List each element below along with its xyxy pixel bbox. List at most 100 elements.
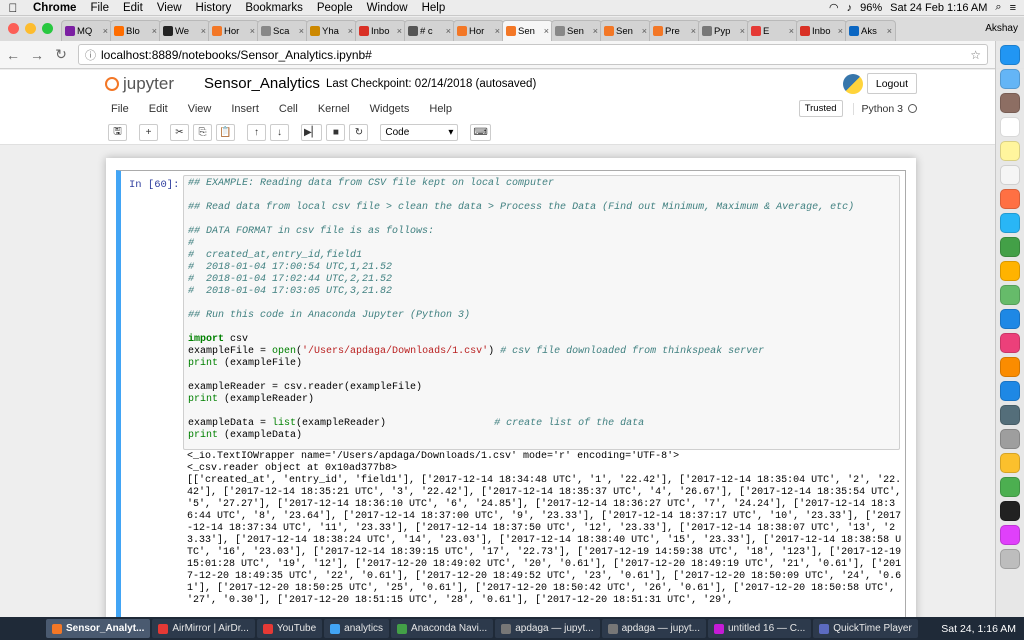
taskbar-item[interactable]: AirMirror | AirDr... <box>152 619 255 638</box>
profile-name[interactable]: Akshay <box>985 23 1024 41</box>
menubar-item-people[interactable]: People <box>310 2 360 14</box>
taskbar-item[interactable]: analytics <box>324 619 390 638</box>
browser-tab[interactable]: Pyp × <box>698 20 749 41</box>
copy-icon[interactable]: ⎘ <box>193 123 212 141</box>
browser-tab[interactable]: Blo × <box>110 20 161 41</box>
tab-close-icon[interactable]: × <box>740 26 745 36</box>
tab-close-icon[interactable]: × <box>250 26 255 36</box>
music-icon[interactable] <box>1000 333 1020 353</box>
browser-tab[interactable]: We × <box>159 20 210 41</box>
quicktime-icon[interactable] <box>1000 405 1020 425</box>
calendar-icon[interactable] <box>1000 117 1020 137</box>
menubar-item-history[interactable]: History <box>189 2 239 14</box>
menubar-app-name[interactable]: Chrome <box>26 2 83 14</box>
jmenu-insert[interactable]: Insert <box>231 103 269 115</box>
reload-icon[interactable]: ↻ <box>54 46 68 63</box>
apple-icon[interactable]:  <box>0 1 26 15</box>
jmenu-view[interactable]: View <box>188 103 222 115</box>
jmenu-widgets[interactable]: Widgets <box>370 103 420 115</box>
trusted-indicator[interactable]: Trusted <box>798 100 843 117</box>
tab-close-icon[interactable]: × <box>642 26 647 36</box>
tab-close-icon[interactable]: × <box>397 26 402 36</box>
restart-icon[interactable]: ↻ <box>349 123 369 141</box>
browser-tab[interactable]: Yha × <box>306 20 357 41</box>
messages-icon[interactable] <box>1000 213 1020 233</box>
move-up-icon[interactable]: ↑ <box>247 123 266 141</box>
browser-tab[interactable]: MQ × <box>61 20 112 41</box>
menubar-item-edit[interactable]: Edit <box>116 2 150 14</box>
browser-tab[interactable]: Inbo × <box>796 20 847 41</box>
numbers-icon[interactable] <box>1000 285 1020 305</box>
minimize-window-icon[interactable] <box>25 23 36 34</box>
settings-icon[interactable] <box>1000 429 1020 449</box>
jmenu-file[interactable]: File <box>111 103 139 115</box>
appstore-icon[interactable] <box>1000 381 1020 401</box>
cut-icon[interactable]: ✂ <box>170 123 189 141</box>
cell-type-select[interactable]: Code ▾ <box>380 123 459 141</box>
menubar-item-bookmarks[interactable]: Bookmarks <box>238 2 310 14</box>
photos-icon[interactable] <box>1000 189 1020 209</box>
insert-cell-icon[interactable]: + <box>139 123 158 141</box>
browser-tab[interactable]: E × <box>747 20 798 41</box>
menu-list-icon[interactable]: ≡ <box>1010 2 1016 14</box>
browser-tab[interactable]: Aks × <box>845 20 896 41</box>
browser-tab[interactable]: Hor × <box>208 20 259 41</box>
tab-close-icon[interactable]: × <box>789 26 794 36</box>
tab-close-icon[interactable]: × <box>593 26 598 36</box>
logout-button[interactable]: Logout <box>866 73 917 94</box>
terminal-icon[interactable] <box>1000 501 1020 521</box>
taskbar-item[interactable]: apdaga — jupyt... <box>601 619 706 638</box>
url-text[interactable]: localhost:8889/notebooks/Sensor_Analytic… <box>101 48 965 62</box>
reminders-icon[interactable] <box>1000 165 1020 185</box>
flower-icon[interactable] <box>1000 525 1020 545</box>
jmenu-edit[interactable]: Edit <box>149 103 178 115</box>
bookmark-star-icon[interactable]: ☆ <box>970 48 981 62</box>
browser-tab[interactable]: Sca × <box>257 20 308 41</box>
globe-icon[interactable] <box>1000 45 1020 65</box>
chrome-icon[interactable] <box>1000 453 1020 473</box>
browser-tab[interactable]: Pre × <box>649 20 700 41</box>
spinner-icon[interactable] <box>1000 477 1020 497</box>
back-icon[interactable]: ← <box>6 47 20 63</box>
facetime-icon[interactable] <box>1000 237 1020 257</box>
tab-close-icon[interactable]: × <box>348 26 353 36</box>
kernel-name[interactable]: Python 3 <box>862 103 903 115</box>
menubar-item-file[interactable]: File <box>83 2 116 14</box>
browser-tab[interactable]: Hor × <box>453 20 504 41</box>
wifi-icon[interactable]: ◠ <box>829 1 839 14</box>
notebook-name[interactable]: Sensor_Analytics <box>204 75 320 92</box>
menubar-item-help[interactable]: Help <box>415 2 453 14</box>
menubar-clock[interactable]: Sat 24 Feb 1:16 AM <box>890 2 987 14</box>
jmenu-cell[interactable]: Cell <box>279 103 308 115</box>
zoom-window-icon[interactable] <box>42 23 53 34</box>
notebook-icon[interactable] <box>1000 93 1020 113</box>
jupyter-logo[interactable]: jupyter <box>105 74 174 94</box>
forward-icon[interactable]: → <box>30 47 44 63</box>
search-icon[interactable]: ⌕ <box>995 1 1001 14</box>
stop-icon[interactable]: ■ <box>326 123 346 141</box>
taskbar-item[interactable]: Sensor_Analyt... <box>46 619 151 638</box>
taskbar-item[interactable]: YouTube <box>256 619 323 638</box>
tab-close-icon[interactable]: × <box>838 26 843 36</box>
browser-tab[interactable]: Inbo × <box>355 20 406 41</box>
tab-close-icon[interactable]: × <box>495 26 500 36</box>
info-icon[interactable]: ⓘ <box>85 47 96 63</box>
taskbar-item[interactable]: QuickTime Player <box>813 619 918 638</box>
omnibox[interactable]: ⓘ localhost:8889/notebooks/Sensor_Analyt… <box>78 44 988 65</box>
run-icon[interactable]: ▶▏ <box>301 123 323 141</box>
jmenu-kernel[interactable]: Kernel <box>318 103 360 115</box>
tab-close-icon[interactable]: × <box>299 26 304 36</box>
browser-tab[interactable]: # c × <box>404 20 455 41</box>
notes-icon[interactable] <box>1000 141 1020 161</box>
taskbar-item[interactable]: untitled 16 — C... <box>708 619 812 638</box>
close-window-icon[interactable] <box>8 23 19 34</box>
keynote-icon[interactable] <box>1000 309 1020 329</box>
paste-icon[interactable]: 📋 <box>216 123 235 141</box>
browser-tab[interactable]: Sen × <box>502 20 553 41</box>
tab-close-icon[interactable]: × <box>446 26 451 36</box>
tab-close-icon[interactable]: × <box>691 26 696 36</box>
browser-tab[interactable]: Sen × <box>551 20 602 41</box>
taskbar-item[interactable]: Anaconda Navi... <box>391 619 494 638</box>
menubar-item-view[interactable]: View <box>150 2 189 14</box>
jmenu-help[interactable]: Help <box>429 103 462 115</box>
